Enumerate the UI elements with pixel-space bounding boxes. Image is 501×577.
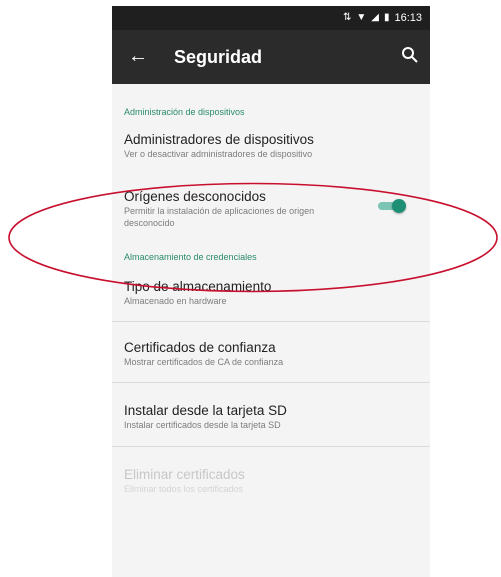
item-subtitle: Ver o desactivar administradores de disp… [124,149,313,159]
item-subtitle: Almacenado en hardware [124,295,227,306]
battery-icon: ▮ [383,12,390,23]
section-header-credential-storage: Almacenamiento de credenciales [124,251,257,262]
item-subtitle: Instalar certificados desde la tarjeta S… [124,420,281,431]
trusted-certificates-item[interactable]: Certificados de confianza Mostrar certif… [112,340,430,368]
phone-screen: ⇅ ▼ ◢ ▮ 16:13 ← Seguridad Administración… [112,6,430,577]
item-subtitle: Permitir la instalación de aplicaciones … [124,206,315,228]
item-subtitle: Mostrar certificados de CA de confianza [124,357,284,367]
item-title: Administradores de dispositivos [124,132,314,147]
back-arrow-icon[interactable]: ← [126,44,150,68]
app-bar: ← Seguridad [112,30,430,84]
signal-icon: ◢ [371,12,379,23]
page-title: Seguridad [174,47,263,67]
item-subtitle: Eliminar todos los certificados [124,483,244,494]
item-title: Tipo de almacenamiento [124,278,272,294]
item-title: Instalar desde la tarjeta SD [124,403,287,419]
unknown-sources-item[interactable]: Orígenes desconocidos Permitir la instal… [112,189,430,229]
status-bar: ⇅ ▼ ◢ ▮ 16:13 [112,6,430,30]
unknown-sources-toggle[interactable] [376,199,406,214]
item-title: Eliminar certificados [124,466,245,482]
device-admins-item[interactable]: Administradores de dispositivos Ver o de… [112,132,430,160]
status-time: 16:13 [394,12,422,24]
section-header-device-admin: Administración de dispositivos [124,107,245,117]
search-icon[interactable] [398,43,422,67]
install-from-sd-item[interactable]: Instalar desde la tarjeta SD Instalar ce… [112,403,430,431]
item-title: Certificados de confianza [124,340,276,355]
wifi-icon: ▼ [356,12,367,23]
data-sync-icon: ⇅ [342,12,352,23]
remove-certificates-item: Eliminar certificados Eliminar todos los… [112,467,430,495]
storage-type-item[interactable]: Tipo de almacenamiento Almacenado en har… [112,279,430,307]
toggle-knob [392,199,406,214]
